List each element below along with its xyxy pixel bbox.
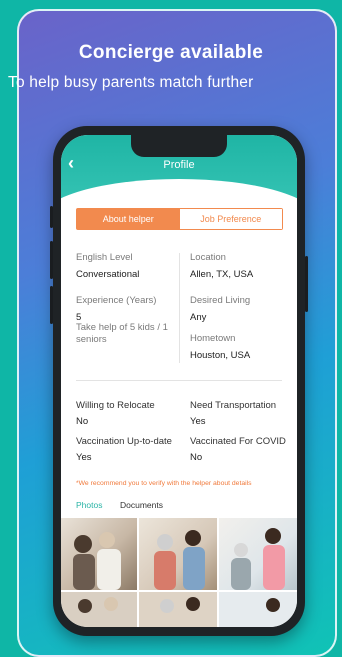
phone-notch <box>131 135 227 157</box>
gallery-photo[interactable] <box>61 592 137 627</box>
column-divider <box>179 253 180 363</box>
volume-down-button <box>50 286 53 324</box>
tab-documents[interactable]: Documents <box>120 500 163 510</box>
promo-headline: Concierge available <box>78 42 264 63</box>
vaccination-label: Vaccination Up-to-date <box>76 436 172 447</box>
vaccination-value: Yes <box>76 452 92 463</box>
english-level-label: English Level <box>76 252 133 263</box>
profile-tabs: About helper Job Preference <box>76 208 283 230</box>
transportation-value: Yes <box>190 416 206 427</box>
covid-label: Vaccinated For COVID <box>190 436 286 447</box>
experience-label: Experience (Years) <box>76 295 157 306</box>
volume-up-button <box>50 241 53 279</box>
gallery-photo[interactable] <box>139 592 217 627</box>
page-title: Profile <box>163 159 195 171</box>
gallery-photo[interactable] <box>219 592 297 627</box>
desired-living-label: Desired Living <box>190 295 251 306</box>
experience-detail: Take help of 5 kids / 1 seniors <box>76 322 168 345</box>
verify-note: *We recommend you to verify with the hel… <box>76 480 252 487</box>
power-button <box>305 256 308 312</box>
section-divider <box>76 380 282 381</box>
mute-switch <box>50 206 53 228</box>
location-value: Allen, TX, USA <box>190 269 254 280</box>
covid-value: No <box>190 452 203 463</box>
tab-photos[interactable]: Photos <box>76 500 102 510</box>
phone-mockup: ‹ Profile About helper Job Preference En… <box>50 126 308 636</box>
transportation-label: Need Transportation <box>190 400 277 411</box>
hometown-label: Hometown <box>190 333 236 344</box>
app-screen: ‹ Profile About helper Job Preference En… <box>61 135 297 627</box>
media-tabs: Photos Documents <box>76 500 163 510</box>
gallery-photo[interactable] <box>219 518 297 590</box>
relocate-label: Willing to Relocate <box>76 400 155 411</box>
location-label: Location <box>190 252 226 263</box>
tab-job-preference[interactable]: Job Preference <box>179 209 282 229</box>
gallery-photo[interactable] <box>61 518 137 590</box>
promo-subline: To help busy parents match further <box>8 74 254 91</box>
desired-living-value: Any <box>190 312 207 323</box>
hometown-value: Houston, USA <box>190 350 251 361</box>
relocate-value: No <box>76 416 89 427</box>
photo-gallery <box>61 518 297 627</box>
tab-about-helper[interactable]: About helper <box>77 209 180 229</box>
gallery-photo[interactable] <box>139 518 217 590</box>
english-level-value: Conversational <box>76 269 140 280</box>
